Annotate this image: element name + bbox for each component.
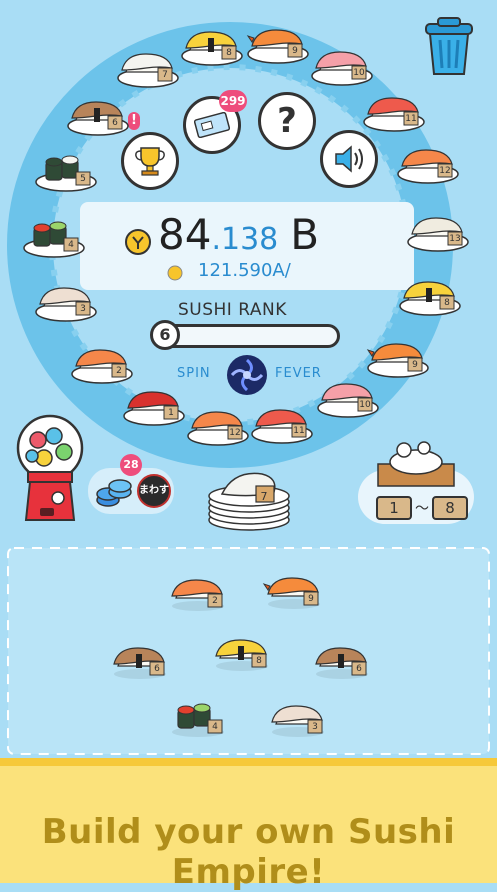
- sushi-level: 1: [168, 408, 174, 418]
- sushi-level: 4: [68, 240, 74, 250]
- sushi-level: 9: [308, 594, 314, 604]
- ticket-icon: [194, 112, 230, 138]
- fever-label: FEVER: [275, 366, 322, 381]
- sushi-level: 12: [439, 166, 451, 176]
- sushi-plate-shrimp[interactable]: 9: [366, 338, 430, 378]
- sushi-plate-salmon[interactable]: 2: [70, 344, 134, 384]
- ticket-count-badge: 299: [219, 90, 247, 112]
- spin-label: SPIN: [177, 366, 211, 381]
- sushi-plate-tuna-pink[interactable]: 10: [316, 378, 380, 418]
- sushi-plate-shrimp[interactable]: 9: [262, 572, 326, 612]
- coin-stack-icon: [96, 479, 132, 507]
- sushi-level: 11: [405, 114, 417, 124]
- sushi-plate-eel[interactable]: 6: [66, 96, 130, 136]
- sushi-plate-salmon[interactable]: 12: [186, 406, 250, 446]
- sushi-plate-fish[interactable]: 3: [34, 282, 98, 322]
- sound-button[interactable]: [320, 130, 378, 188]
- currency-amount: 84.138 B: [158, 210, 319, 259]
- currency-unit: B: [290, 210, 320, 259]
- currency-panel: 84.138 B 121.590A/: [80, 202, 414, 290]
- sushi-plate-fish[interactable]: 3: [266, 700, 330, 740]
- sushi-plate-maki[interactable]: 5: [34, 152, 98, 192]
- sushi-level: 2: [212, 596, 218, 606]
- help-button[interactable]: ?: [258, 92, 316, 150]
- trophy-icon: [135, 147, 165, 176]
- sushi-level: 6: [154, 664, 160, 674]
- rank-level: 6: [150, 320, 180, 350]
- sushi-plate-ikura[interactable]: 4: [22, 218, 86, 258]
- sushi-plate-shrimp[interactable]: 9: [246, 24, 310, 64]
- sushi-level: 2: [116, 366, 122, 376]
- sushi-level: 8: [226, 48, 232, 58]
- sushi-level: 10: [359, 400, 371, 410]
- sushi-plate-tamago[interactable]: 8: [398, 276, 462, 316]
- trophy-button[interactable]: [121, 132, 179, 190]
- sushi-level: 4: [212, 722, 218, 732]
- rank-progress-bar: [156, 324, 340, 348]
- sushi-plate-squid[interactable]: 7: [116, 48, 180, 88]
- sushi-level: 11: [293, 426, 305, 436]
- spin-fever-button[interactable]: [226, 354, 268, 396]
- sushi-plate-scallop[interactable]: 13: [406, 212, 470, 252]
- sushi-plate-eel[interactable]: 6: [310, 642, 374, 682]
- sushi-plate-ikura[interactable]: 4: [166, 700, 230, 740]
- sushi-plate-tuna[interactable]: 11: [250, 404, 314, 444]
- plate-stack-level: 7: [260, 490, 268, 503]
- rank-title: SUSHI RANK: [178, 300, 287, 320]
- bear-chef-icon: [377, 441, 455, 487]
- sushi-plate-tamago[interactable]: 8: [210, 634, 274, 674]
- range-from[interactable]: 1: [376, 496, 412, 520]
- promo-banner: Build your own Sushi Empire!: [0, 758, 497, 892]
- banner-text: Build your own Sushi Empire!: [41, 812, 456, 892]
- plate-stack[interactable]: [204, 464, 294, 532]
- sushi-plate-salmon[interactable]: 2: [166, 574, 230, 614]
- sushi-level: 6: [112, 118, 118, 128]
- sushi-level: 13: [449, 234, 461, 244]
- help-icon: ?: [277, 101, 297, 141]
- sushi-plate-eel[interactable]: 6: [108, 642, 172, 682]
- sushi-plate-tuna[interactable]: 11: [362, 92, 426, 132]
- game-screen: 299 ? ! 84.138 B 121.590A/ SUSHI RANK 6 …: [0, 0, 497, 892]
- sushi-level: 9: [412, 360, 418, 370]
- trash-can-icon[interactable]: [420, 14, 478, 78]
- sushi-level: 8: [444, 298, 450, 308]
- sushi-level: 3: [312, 722, 318, 732]
- sushi-level: 9: [292, 46, 298, 56]
- sushi-plate-tuna-pink[interactable]: 10: [310, 46, 374, 86]
- range-separator: ～: [415, 501, 429, 517]
- sushi-level: 10: [353, 68, 365, 78]
- currency-decimal: .138: [211, 222, 279, 257]
- currency-integer: 84: [158, 210, 212, 259]
- sushi-level: 12: [229, 428, 241, 438]
- sushi-level: 3: [80, 304, 86, 314]
- small-coin-icon: [167, 265, 183, 281]
- mawasu-button[interactable]: まわす: [137, 474, 171, 508]
- coin-icon: [125, 229, 151, 255]
- sushi-level: 5: [80, 174, 86, 184]
- sushi-plate-tuna-dark[interactable]: 1: [122, 386, 186, 426]
- sushi-plate-salmon[interactable]: 12: [396, 144, 460, 184]
- income-rate: 121.590A/: [198, 260, 291, 281]
- range-to[interactable]: 8: [432, 496, 468, 520]
- gacha-machine[interactable]: [14, 408, 86, 526]
- sushi-level: 8: [256, 656, 262, 666]
- sushi-plate-tamago[interactable]: 8: [180, 26, 244, 66]
- sushi-level: 7: [162, 70, 168, 80]
- coin-count-badge: 28: [120, 454, 142, 476]
- speaker-icon: [335, 145, 363, 173]
- sushi-level: 6: [356, 664, 362, 674]
